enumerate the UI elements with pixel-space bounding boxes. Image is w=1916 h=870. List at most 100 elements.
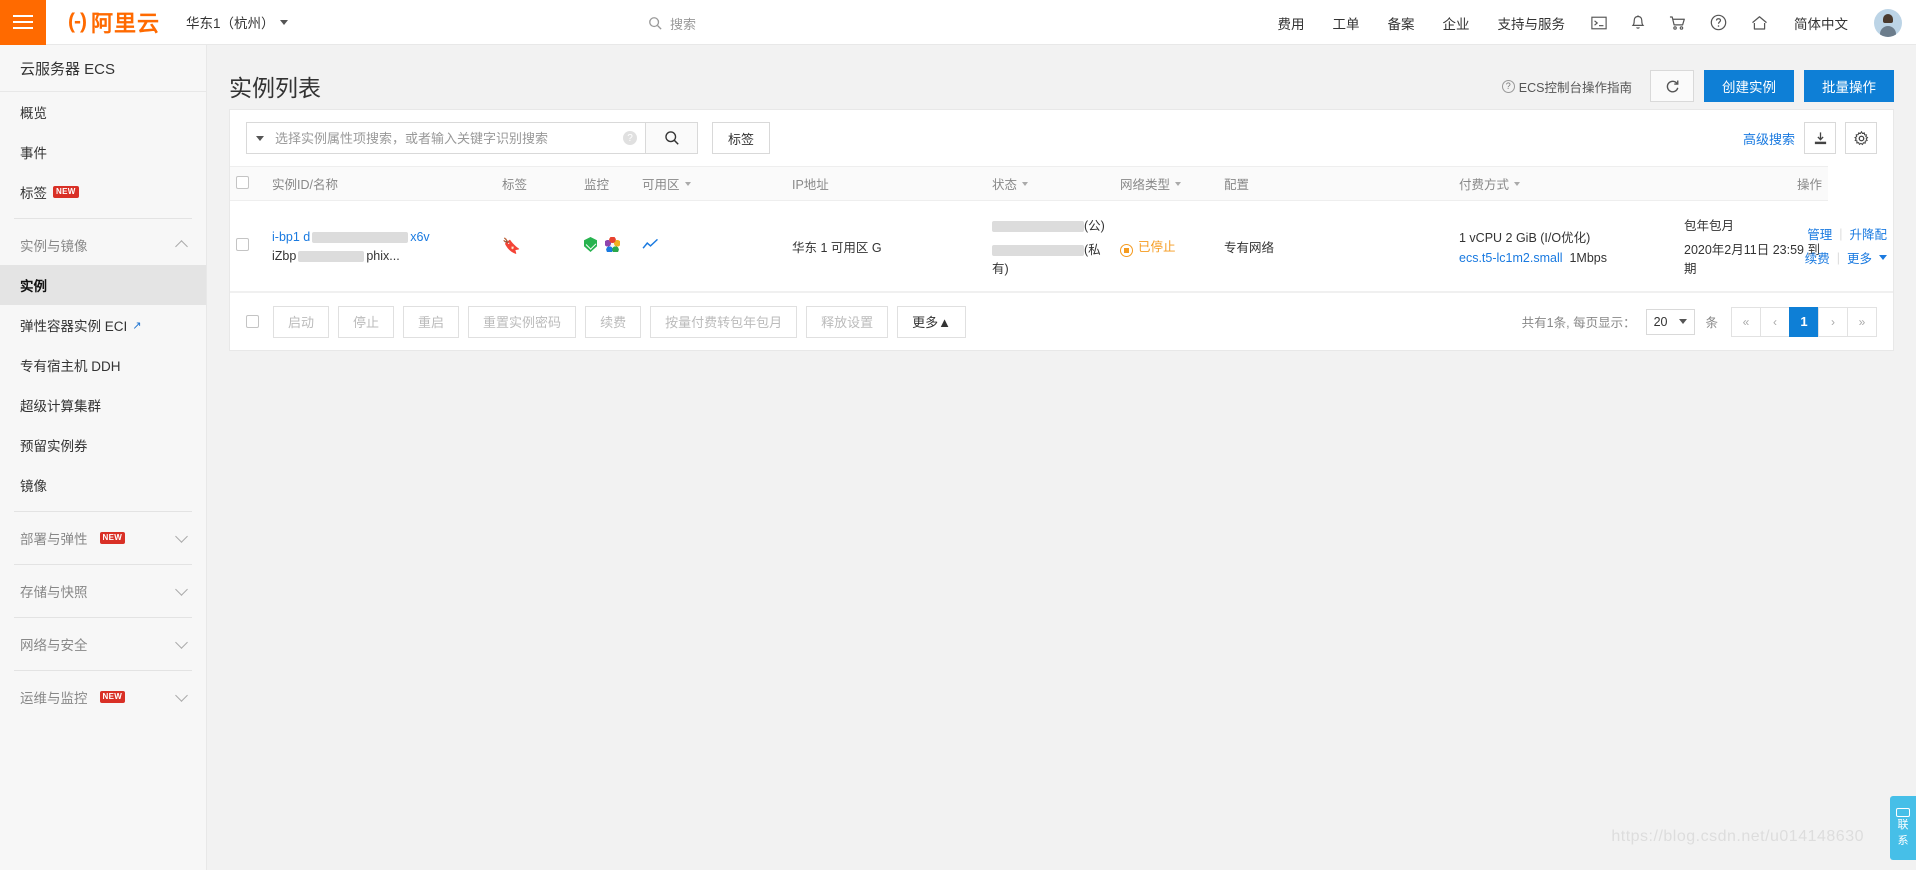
topnav-item-support[interactable]: 支持与服务 xyxy=(1484,13,1580,33)
footer-select-all-checkbox[interactable] xyxy=(246,315,259,328)
page-prev-button[interactable]: ‹ xyxy=(1760,307,1790,337)
export-button[interactable] xyxy=(1804,122,1836,154)
topnav-item-enterprise[interactable]: 企业 xyxy=(1429,13,1484,33)
language-selector[interactable]: 简体中文 xyxy=(1780,13,1862,33)
user-avatar[interactable] xyxy=(1874,9,1902,37)
chevron-down-icon xyxy=(175,689,188,702)
column-settings-button[interactable] xyxy=(1845,122,1877,154)
manage-link[interactable]: 管理 xyxy=(1807,224,1832,243)
ip-public: (公) xyxy=(992,215,1108,234)
more-actions-link[interactable]: 更多 xyxy=(1847,248,1872,267)
refresh-button[interactable] xyxy=(1650,70,1694,102)
convert-to-subscription-button[interactable]: 按量付费转包年包月 xyxy=(650,306,797,338)
select-all-checkbox[interactable] xyxy=(236,176,249,189)
chart-icon[interactable] xyxy=(642,238,659,251)
ecs-guide-link[interactable]: ? ECS控制台操作指南 xyxy=(1502,77,1632,96)
redacted-text xyxy=(298,251,364,262)
sort-icon[interactable] xyxy=(685,182,691,186)
topnav-item-fee[interactable]: 费用 xyxy=(1264,13,1319,33)
sidebar-item-reserved-instance[interactable]: 预留实例券 xyxy=(0,425,206,465)
sidebar-group-ops-monitoring[interactable]: 运维与监控 NEW xyxy=(0,677,206,717)
config-spec: 1 vCPU 2 GiB (I/O优化) xyxy=(1459,227,1672,246)
column-tags: 标签 xyxy=(496,167,578,201)
sidebar-item-scc[interactable]: 超级计算集群 xyxy=(0,385,206,425)
restart-button[interactable]: 重启 xyxy=(403,306,459,338)
total-count-label: 共有1条, 每页显示： xyxy=(1522,312,1636,331)
sidebar-item-events[interactable]: 事件 xyxy=(0,132,206,172)
sidebar-item-instances[interactable]: 实例 xyxy=(0,265,206,305)
aliyun-logo[interactable]: (-) 阿里云 xyxy=(68,6,160,38)
sidebar-item-overview[interactable]: 概览 xyxy=(0,92,206,132)
sidebar-divider xyxy=(14,617,192,618)
cell-zone: 华东 1 可用区 G xyxy=(786,201,986,292)
page-size-select[interactable]: 20 xyxy=(1646,309,1696,335)
sidebar-group-label: 存储与快照 xyxy=(20,581,88,601)
shield-icon[interactable] xyxy=(584,237,597,252)
search-button[interactable] xyxy=(646,122,698,154)
batch-operation-button[interactable]: 批量操作 xyxy=(1804,70,1894,102)
column-zone[interactable]: 可用区 xyxy=(636,167,786,201)
search-help-icon[interactable]: ? xyxy=(623,131,637,145)
sidebar-item-tags[interactable]: 标签 NEW xyxy=(0,172,206,212)
tag-filter-button[interactable]: 标签 xyxy=(712,122,770,154)
tag-icon[interactable]: 🔖 xyxy=(502,238,521,255)
search-input[interactable] xyxy=(273,123,623,153)
contact-side-tab[interactable]: 联 系 xyxy=(1890,796,1916,860)
column-pay-type[interactable]: 付费方式 xyxy=(1453,167,1678,201)
sidebar-item-images[interactable]: 镜像 xyxy=(0,465,206,505)
topnav-item-icp[interactable]: 备案 xyxy=(1374,13,1429,33)
home-icon[interactable] xyxy=(1739,15,1780,31)
renew-link[interactable]: 续费 xyxy=(1805,248,1830,267)
bell-icon[interactable] xyxy=(1619,15,1657,31)
sidebar-group-deployment-elasticity[interactable]: 部署与弹性 NEW xyxy=(0,518,206,558)
sort-icon[interactable] xyxy=(1022,182,1028,186)
top-navigation-bar: (-) 阿里云 华东1（杭州） 搜索 费用 工单 备案 企业 支持与服务 xyxy=(0,0,1916,45)
unit-label: 条 xyxy=(1705,312,1718,331)
reset-password-button[interactable]: 重置实例密码 xyxy=(468,306,576,338)
page-next-button[interactable]: › xyxy=(1818,307,1848,337)
upgrade-downgrade-link[interactable]: 升降配 xyxy=(1849,224,1887,243)
sidebar-group-instances-images[interactable]: 实例与镜像 xyxy=(0,225,206,265)
page-1-button[interactable]: 1 xyxy=(1789,307,1819,337)
sidebar-item-ddh[interactable]: 专有宿主机 DDH xyxy=(0,345,206,385)
sidebar-group-label: 实例与镜像 xyxy=(20,235,88,255)
search-box[interactable]: ? xyxy=(246,122,646,154)
sidebar-item-eci[interactable]: 弹性容器实例 ECI ↗ xyxy=(0,305,206,345)
sort-icon[interactable] xyxy=(1175,182,1181,186)
cart-icon[interactable] xyxy=(1657,15,1698,31)
sidebar-item-label: 标签 xyxy=(20,182,47,202)
cell-monitor xyxy=(636,201,786,292)
column-status[interactable]: 状态 xyxy=(986,167,1114,201)
flower-icon[interactable] xyxy=(605,237,620,252)
sort-icon[interactable] xyxy=(1514,182,1520,186)
top-nav-items: 费用 工单 备案 企业 支持与服务 xyxy=(1264,0,1903,45)
column-network-type[interactable]: 网络类型 xyxy=(1114,167,1218,201)
search-filter-dropdown[interactable] xyxy=(247,136,273,141)
column-label: 操作 xyxy=(1797,174,1822,193)
sidebar-group-storage-snapshots[interactable]: 存储与快照 xyxy=(0,571,206,611)
help-icon[interactable] xyxy=(1698,14,1739,31)
chat-icon xyxy=(1896,808,1910,817)
page-last-button[interactable]: » xyxy=(1847,307,1877,337)
renew-button[interactable]: 续费 xyxy=(585,306,641,338)
advanced-search-link[interactable]: 高级搜索 xyxy=(1743,129,1795,148)
stop-button[interactable]: 停止 xyxy=(338,306,394,338)
release-settings-button[interactable]: 释放设置 xyxy=(806,306,888,338)
global-search[interactable]: 搜索 xyxy=(648,12,948,34)
sidebar-group-network-security[interactable]: 网络与安全 xyxy=(0,624,206,664)
more-actions-button[interactable]: 更多▲ xyxy=(897,306,966,338)
row-checkbox[interactable] xyxy=(236,238,249,251)
topnav-item-ticket[interactable]: 工单 xyxy=(1319,13,1374,33)
instance-type-link[interactable]: ecs.t5-lc1m2.small xyxy=(1459,251,1563,265)
config-detail: ecs.t5-lc1m2.small 1Mbps xyxy=(1459,251,1672,265)
ip-private: (私有) xyxy=(992,239,1108,277)
create-instance-button[interactable]: 创建实例 xyxy=(1704,70,1794,102)
instance-id-link[interactable]: i-bp1 dx6v xyxy=(272,230,490,244)
page-size-value: 20 xyxy=(1654,315,1668,329)
hamburger-menu-icon[interactable] xyxy=(0,0,46,45)
page-first-button[interactable]: « xyxy=(1731,307,1761,337)
column-label: 可用区 xyxy=(642,174,680,193)
region-selector[interactable]: 华东1（杭州） xyxy=(186,12,288,32)
start-button[interactable]: 启动 xyxy=(273,306,329,338)
terminal-icon[interactable] xyxy=(1579,16,1619,30)
